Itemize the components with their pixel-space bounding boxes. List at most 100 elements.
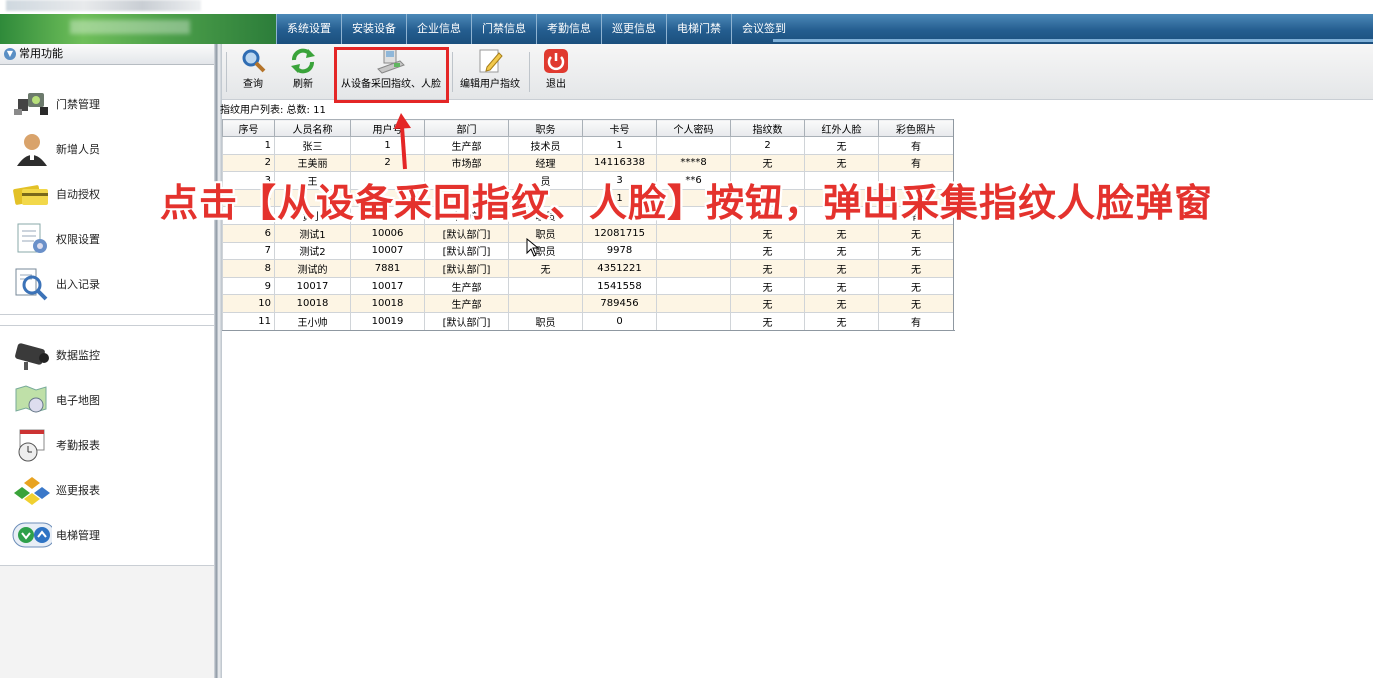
table-body: 1 张三 1 生产部 技术员 1 2 无有 2 王美丽 2 市场部 经理 14116338 ****8 无无有… xyxy=(222,136,954,331)
table-cell: 无 xyxy=(508,259,583,278)
table-row[interactable]: 6 测试1 10006 [默认部门] 职员 12081715 无无无 xyxy=(222,223,954,243)
sidebar-item-attendance-report[interactable]: 考勤报表 xyxy=(0,422,214,467)
table-cell xyxy=(656,241,731,261)
table-cell: [默认部门] xyxy=(424,311,509,331)
table-row[interactable]: 7 测试2 10007 [默认部门] 职员 9978 无无无 xyxy=(222,241,954,261)
table-cell: 无 xyxy=(804,311,879,331)
column-header[interactable]: 指纹数 xyxy=(730,119,805,137)
column-header[interactable]: 人员名称 xyxy=(274,119,351,137)
query-button[interactable]: 查询 xyxy=(238,47,268,97)
table-cell: 无 xyxy=(878,259,954,278)
highlight-box xyxy=(334,47,449,103)
sidebar-item-e-map[interactable]: 电子地图 xyxy=(0,377,214,422)
grid-border-bottom xyxy=(222,330,955,331)
table-cell: 经理 xyxy=(508,153,583,173)
sidebar-item-elevator[interactable]: 电梯管理 xyxy=(0,512,214,557)
refresh-button[interactable]: 刷新 xyxy=(286,47,320,97)
sidebar-item-label: 权限设置 xyxy=(56,232,100,246)
list-count-label: 指纹用户列表: 总数: 11 xyxy=(220,105,326,116)
power-icon xyxy=(543,48,569,77)
menu-bar: 系统设置 安装设备 企业信息 门禁信息 考勤信息 巡更信息 电梯门禁 会议签到 xyxy=(0,14,1373,44)
column-header[interactable]: 卡号 xyxy=(582,119,657,137)
sidebar-divider xyxy=(0,315,214,326)
mouse-cursor-icon xyxy=(526,238,540,257)
table-cell: 14116338 xyxy=(582,153,657,173)
menu-accent-line xyxy=(773,39,1373,42)
table-row[interactable]: 11 王小帅 10019 [默认部门] 职员 0 无无有 xyxy=(222,311,954,331)
table-cell: 9 xyxy=(222,276,275,296)
edit-label: 编辑用户指纹 xyxy=(460,79,520,90)
sidebar-item-data-monitor[interactable]: 数据监控 xyxy=(0,332,214,377)
table-cell: [默认部门] xyxy=(424,223,509,243)
menu-item[interactable]: 安装设备 xyxy=(341,14,406,44)
table-cell: 无 xyxy=(804,241,879,261)
column-header[interactable]: 部门 xyxy=(424,119,509,137)
table-cell xyxy=(656,276,731,296)
patrol-report-icon xyxy=(12,473,52,507)
table-cell xyxy=(656,136,731,155)
sidebar-item-patrol-report[interactable]: 巡更报表 xyxy=(0,467,214,512)
menu-item[interactable]: 电梯门禁 xyxy=(666,14,731,44)
sidebar-item-access-records[interactable]: 出入记录 xyxy=(0,261,214,306)
table-cell: 无 xyxy=(730,223,805,243)
sidebar-item-label: 数据监控 xyxy=(56,348,100,362)
table-cell: 职员 xyxy=(508,311,583,331)
camera-icon xyxy=(12,338,52,372)
table-cell: 10018 xyxy=(350,294,425,313)
table-cell: 8 xyxy=(222,259,275,278)
table-row[interactable]: 2 王美丽 2 市场部 经理 14116338 ****8 无无有 xyxy=(222,153,954,173)
table-cell: 有 xyxy=(878,136,954,155)
table-cell: 10017 xyxy=(350,276,425,296)
table-cell: 1 xyxy=(222,136,275,155)
table-cell: 王美丽 xyxy=(274,153,351,173)
table-cell: 市场部 xyxy=(424,153,509,173)
menu-item[interactable]: 巡更信息 xyxy=(601,14,666,44)
table-cell: 无 xyxy=(804,223,879,243)
column-header[interactable]: 职务 xyxy=(508,119,583,137)
table-cell: 无 xyxy=(730,241,805,261)
table-cell: 10007 xyxy=(350,241,425,261)
table-cell: 无 xyxy=(878,241,954,261)
table-cell: 生产部 xyxy=(424,136,509,155)
cards-icon xyxy=(12,177,52,211)
table-cell: 测试1 xyxy=(274,223,351,243)
table-cell: 10019 xyxy=(350,311,425,331)
table-cell: 11 xyxy=(222,311,275,331)
refresh-icon xyxy=(289,47,317,78)
sidebar: ▼ 常用功能 门禁管理 新增人员 自动授权 权限设置 出入记录 数据监控 电子地… xyxy=(0,44,215,678)
table-row[interactable]: 8 测试的 7881 [默认部门] 无 4351221 无无无 xyxy=(222,259,954,278)
table-cell: 7881 xyxy=(350,259,425,278)
table-cell: 12081715 xyxy=(582,223,657,243)
table-cell: 1 xyxy=(582,136,657,155)
column-header[interactable]: 红外人脸 xyxy=(804,119,879,137)
column-header[interactable]: 序号 xyxy=(222,119,275,137)
table-cell: 2 xyxy=(222,153,275,173)
sidebar-item-label: 出入记录 xyxy=(56,277,100,291)
panel-splitter[interactable] xyxy=(214,44,222,678)
column-header[interactable]: 彩色照片 xyxy=(878,119,954,137)
table-cell: 9978 xyxy=(582,241,657,261)
table-cell: 7 xyxy=(222,241,275,261)
sidebar-header-label: 常用功能 xyxy=(19,47,63,60)
sidebar-item-access-control[interactable]: 门禁管理 xyxy=(0,81,214,126)
menu-item[interactable]: 考勤信息 xyxy=(536,14,601,44)
access-control-icon xyxy=(12,87,52,121)
edit-document-icon xyxy=(477,47,503,78)
search-icon xyxy=(240,48,266,77)
menu-item[interactable]: 企业信息 xyxy=(406,14,471,44)
column-header[interactable]: 个人密码 xyxy=(656,119,731,137)
table-row[interactable]: 1 张三 1 生产部 技术员 1 2 无有 xyxy=(222,136,954,155)
edit-fingerprint-button[interactable]: 编辑用户指纹 xyxy=(458,47,522,97)
table-row[interactable]: 10 10018 10018 生产部 789456 无无无 xyxy=(222,294,954,313)
menu-item[interactable]: 门禁信息 xyxy=(471,14,536,44)
sidebar-item-add-person[interactable]: 新增人员 xyxy=(0,126,214,171)
table-cell: 0 xyxy=(582,311,657,331)
exit-button[interactable]: 退出 xyxy=(540,47,572,97)
menu-item[interactable]: 系统设置 xyxy=(276,14,341,44)
table-cell: 技术员 xyxy=(508,136,583,155)
sidebar-item-label: 电梯管理 xyxy=(56,528,100,542)
table-row[interactable]: 9 10017 10017 生产部 1541558 无无无 xyxy=(222,276,954,296)
sidebar-header[interactable]: ▼ 常用功能 xyxy=(0,44,214,65)
sidebar-item-label: 新增人员 xyxy=(56,142,100,156)
table-cell: 10018 xyxy=(274,294,351,313)
